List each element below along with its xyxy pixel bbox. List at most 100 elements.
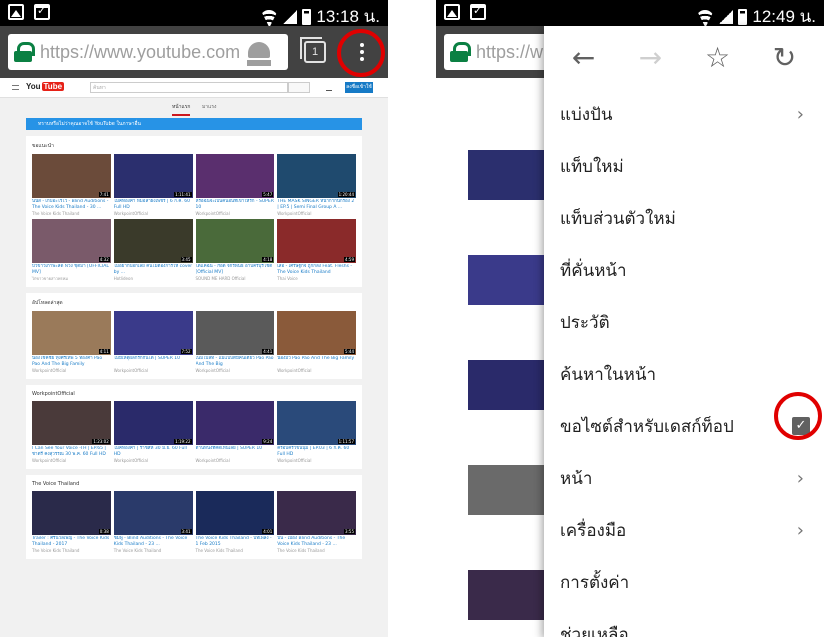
video-thumbnail[interactable]: 4:59 [277, 219, 356, 263]
video-card[interactable]: 0:38 Trailer : ศรีนวลเพ็ญ - The Voice Kid… [32, 491, 111, 553]
video-title[interactable]: ได้แค่ฉัน - ก๊อต จักรพันธ์ อาบครบุรีโชติ… [196, 264, 275, 276]
upload-icon[interactable] [326, 83, 332, 91]
section-title[interactable]: ขอแนะนำ [32, 142, 356, 150]
video-duration: 1:19:22 [174, 439, 192, 444]
video-title[interactable]: ปิ่น - เมือง Blind Auditions - The Voice… [277, 536, 356, 548]
menu-item-help[interactable]: ช่วยเหลือ [544, 608, 824, 637]
secure-lock-icon [14, 42, 35, 62]
video-card[interactable]: 4:59 เสือ - เศรษฐกิจ ถูกกลิ้ง Feat. Flesh… [277, 219, 356, 281]
video-title[interactable]: I Can See Your Voice -TH | EP.65 | ชาตรี… [32, 446, 111, 458]
video-card[interactable]: 1:11:41 ไมค์ทองคำ หมอลำฝังเพชร | 6 ก.ค. 6… [113, 154, 193, 216]
star-icon[interactable]: ☆ [698, 37, 738, 77]
video-thumbnail[interactable]: 7:52 [113, 311, 193, 355]
video-card[interactable]: 4:11 น้องโชคชัย ทุ่งศรีเทพ 5 ทองคำ Pao Pa… [32, 311, 111, 373]
video-title[interactable]: ไม่มีเหตุผลก็รักกันได้ | SUPER 10 [114, 356, 193, 368]
video-thumbnail[interactable]: 1:19:22 [113, 401, 193, 445]
refresh-icon[interactable]: ↻ [765, 37, 805, 77]
forward-icon[interactable]: → [631, 37, 671, 77]
video-card[interactable]: 3:45 ไม่อยากบอกเลย คนไม่ต้องการให้ cover … [113, 219, 193, 281]
hamburger-icon[interactable] [12, 85, 19, 90]
video-title[interactable]: ไมค์ทองคำ | ราชสีห์ 30 มิ.ย. 60 Full HD [114, 446, 193, 458]
menu-item-label: แท็บส่วนตัวใหม่ [560, 208, 676, 229]
video-card[interactable]: 9:24 ด้านหนึ่งที่คิดเห็นเลย | SUPER 10 Wor… [195, 401, 275, 463]
video-title[interactable]: ด้านหนึ่งที่คิดเห็นเลย | SUPER 10 [196, 446, 275, 458]
video-channel: WorkpointOfficial [32, 458, 67, 463]
address-bar[interactable]: https://www.youtube.com [8, 34, 288, 70]
video-card[interactable]: 1:20:44 THE MASK SINGER หน้ากากนักร้อง 2 … [277, 154, 356, 216]
video-card[interactable]: 4:41 เนมโบลิท - แม่แบบดีมีคนเดียว Pao Pao… [195, 311, 275, 373]
video-thumbnail[interactable]: 3:45 [113, 219, 193, 263]
video-card[interactable]: 7:52 ไม่มีเหตุผลก็รักกันได้ | SUPER 10 Wor… [113, 311, 193, 373]
video-title[interactable]: น้องมิว Pao Pao And The Big Family [277, 356, 356, 368]
video-thumbnail[interactable] [468, 465, 544, 515]
video-card[interactable]: 3:41 ชมพู - Blind Auditions - The Voice K… [113, 491, 193, 553]
video-grid: 7:41 นนัส - เก็บอะไรไว้ - Blind Auditions… [32, 154, 356, 281]
video-thumbnail[interactable]: 5:47 [195, 154, 275, 198]
youtube-logo[interactable]: You Tube [26, 82, 65, 91]
youtube-search-button[interactable] [288, 82, 310, 93]
menu-item-tools[interactable]: เครื่องมือ › [544, 504, 824, 556]
video-thumbnail[interactable]: 5:44 [277, 311, 356, 355]
video-thumbnail[interactable]: 3:55 [277, 491, 356, 535]
video-card[interactable]: 4:01 The Voice Kids Thailand - บทเพลง - 1… [195, 491, 275, 553]
video-thumbnail[interactable]: 1:23:02 [32, 401, 111, 445]
video-thumbnail[interactable]: 4:18 [195, 219, 275, 263]
video-title[interactable]: นนัส - เก็บอะไรไว้ - Blind Auditions - T… [32, 199, 111, 211]
video-title[interactable]: น้องโชคชัย ทุ่งศรีเทพ 5 ทองคำ Pao Pao An… [32, 356, 111, 368]
video-thumbnail[interactable] [468, 255, 544, 305]
url-text: https://www.youtube.com [40, 41, 241, 62]
video-title[interactable]: บัวขาวเก้าพะลัด ฟวง ชุติมา [OFFICIAL MV] [32, 264, 111, 276]
tab-home[interactable]: หน้าแรก [172, 103, 191, 116]
video-card[interactable]: 4:32 บัวขาวเก้าพะลัด ฟวง ชุติมา [OFFICIAL… [32, 219, 111, 281]
section-title[interactable]: The Voice Thailand [32, 481, 356, 487]
section-title[interactable]: อัปโหลดล่าสุด [32, 299, 356, 307]
menu-item-bookmarks[interactable]: ที่คั่นหน้า [544, 244, 824, 296]
video-thumbnail[interactable]: 7:41 [32, 154, 111, 198]
menu-item-history[interactable]: ประวัติ [544, 296, 824, 348]
menu-item-new-incognito-tab[interactable]: แท็บส่วนตัวใหม่ [544, 192, 824, 244]
video-thumbnail[interactable]: 4:32 [32, 219, 111, 263]
menu-item-page[interactable]: หน้า › [544, 452, 824, 504]
video-thumbnail[interactable] [468, 360, 544, 410]
video-card[interactable]: 5:44 น้องมิว Pao Pao And The Big Family Wo… [277, 311, 356, 373]
video-thumbnail[interactable] [468, 150, 544, 200]
video-card[interactable]: 1:11:57 ครอบครัวขนนุ่ม | EP.03 | 6 ก.ค. 6… [277, 401, 356, 463]
menu-item-share[interactable]: แบ่งปัน › [544, 88, 824, 140]
video-card[interactable]: 5:47 หรือฉันจะเป็นคนอื่นที่เขาให้รัก - SU… [195, 154, 275, 216]
video-title[interactable]: เนมโบลิท - แม่แบบดีมีคนเดียว Pao Pao And… [196, 356, 275, 368]
section-title[interactable]: WorkpointOfficial [32, 391, 356, 397]
video-card[interactable]: 4:18 ได้แค่ฉัน - ก๊อต จักรพันธ์ อาบครบุรี… [195, 219, 275, 281]
video-title[interactable]: The Voice Kids Thailand - บทเพลง - 1 Feb… [196, 536, 275, 548]
video-card[interactable]: 7:41 นนัส - เก็บอะไรไว้ - Blind Auditions… [32, 154, 111, 216]
video-card[interactable]: 1:23:02 I Can See Your Voice -TH | EP.65 … [32, 401, 111, 463]
video-thumbnail[interactable]: 4:11 [32, 311, 111, 355]
video-title[interactable]: ไม่อยากบอกเลย คนไม่ต้องการให้ cover by .… [114, 264, 193, 276]
video-thumbnail[interactable]: 4:01 [195, 491, 275, 535]
video-channel: WorkpointOfficial [113, 211, 148, 216]
video-title[interactable]: ครอบครัวขนนุ่ม | EP.03 | 6 ก.ค. 60 Full … [277, 446, 356, 458]
tab-trending[interactable]: มาแรง [202, 103, 216, 111]
video-thumbnail[interactable]: 9:24 [195, 401, 275, 445]
video-thumbnail[interactable] [468, 570, 544, 620]
video-title[interactable]: หรือฉันจะเป็นคนอื่นที่เขาให้รัก - SUPER … [196, 199, 275, 211]
video-title[interactable]: ไมค์ทองคำ หมอลำฝังเพชร | 6 ก.ค. 60 Full … [114, 199, 193, 211]
video-thumbnail[interactable]: 4:41 [195, 311, 275, 355]
signin-button[interactable]: ลงชื่อเข้าใช้ [345, 82, 373, 93]
video-title[interactable]: THE MASK SINGER หน้ากากนักร้อง 2 | EP.5 … [277, 199, 356, 211]
video-card[interactable]: 1:19:22 ไมค์ทองคำ | ราชสีห์ 30 มิ.ย. 60 F… [113, 401, 193, 463]
video-thumbnail[interactable]: 1:20:44 [277, 154, 356, 198]
video-thumbnail[interactable]: 3:41 [113, 491, 193, 535]
video-thumbnail[interactable]: 1:11:57 [277, 401, 356, 445]
video-title[interactable]: ชมพู - Blind Auditions - The Voice Kids … [114, 536, 193, 548]
video-thumbnail[interactable]: 1:11:41 [113, 154, 193, 198]
tab-switcher-button[interactable]: 1 [300, 37, 326, 63]
video-thumbnail[interactable]: 0:38 [32, 491, 111, 535]
youtube-search-input[interactable]: ค้นหา [90, 82, 288, 93]
menu-item-find-in-page[interactable]: ค้นหาในหน้า [544, 348, 824, 400]
menu-item-new-tab[interactable]: แท็บใหม่ [544, 140, 824, 192]
menu-item-settings[interactable]: การตั้งค่า [544, 556, 824, 608]
video-card[interactable]: 3:55 ปิ่น - เมือง Blind Auditions - The V… [277, 491, 356, 553]
video-title[interactable]: Trailer : ศรีนวลเพ็ญ - The Voice Kids Th… [32, 536, 111, 548]
back-icon[interactable]: ← [564, 37, 604, 77]
video-title[interactable]: เสือ - เศรษฐกิจ ถูกกลิ้ง Feat. Fleshs - … [277, 264, 356, 276]
